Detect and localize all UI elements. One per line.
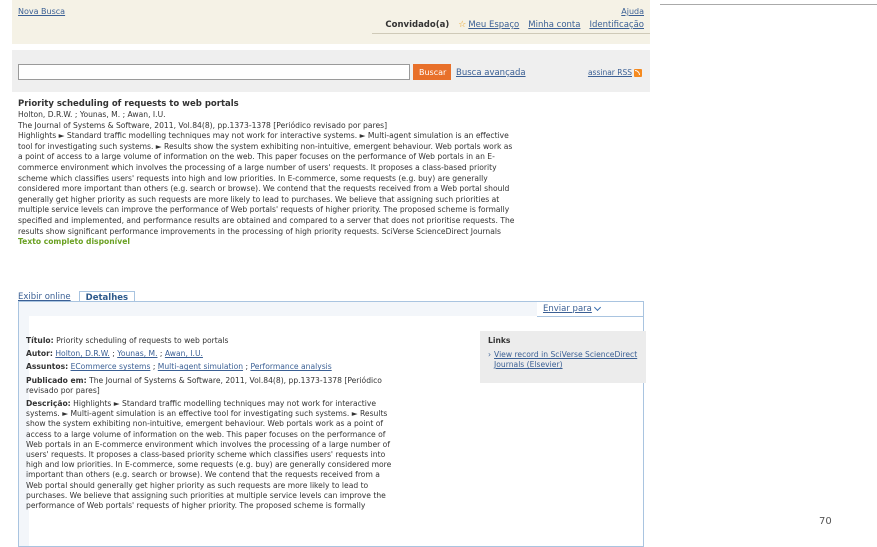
- user-bar: Convidado(a) ☆ Meu Espaço Minha conta Ide…: [385, 20, 644, 30]
- enviar-para-link[interactable]: Enviar para: [543, 304, 592, 314]
- search-button[interactable]: Buscar: [413, 64, 451, 80]
- nova-busca-link[interactable]: Nova Busca: [18, 7, 65, 16]
- chevron-down-icon[interactable]: [593, 303, 601, 312]
- fulltext-available-label[interactable]: Texto completo disponível: [18, 237, 518, 248]
- header: Nova Busca Ajuda Convidado(a) ☆ Meu Espaç…: [12, 0, 650, 44]
- detail-author-row: Autor: Holton, D.R.W. ; Younas, M. ; Awa…: [26, 349, 203, 359]
- detail-subjects-row: Assuntos: ECommerce systems ; Multi-agen…: [26, 362, 332, 372]
- header-divider: [372, 33, 650, 34]
- view-record-link[interactable]: View record in SciVerse ScienceDirect Jo…: [494, 350, 638, 370]
- rss-subscribe[interactable]: assinar RSS: [588, 68, 642, 77]
- minha-conta-link[interactable]: Minha conta: [528, 20, 580, 30]
- record-details: Título: Priority scheduling of requests …: [26, 336, 394, 514]
- detail-description-row: Descrição: Highlights ► Standard traffic…: [26, 399, 394, 511]
- record-source: The Journal of Systems & Software, 2011,…: [18, 120, 388, 130]
- description-label: Descrição:: [26, 399, 71, 409]
- subjects-label: Assuntos:: [26, 362, 69, 372]
- detail-title-row: Título: Priority scheduling of requests …: [26, 336, 394, 346]
- meu-espaco-item[interactable]: ☆ Meu Espaço: [458, 20, 519, 30]
- detail-published-row: Publicado em: The Journal of Systems & S…: [26, 376, 394, 396]
- ajuda-link[interactable]: Ajuda: [621, 7, 644, 16]
- advanced-search-link[interactable]: Busca avançada: [456, 68, 526, 78]
- guest-label: Convidado(a): [385, 20, 450, 30]
- links-heading: Links: [488, 336, 511, 345]
- title-label: Título:: [26, 336, 54, 345]
- top-divider-line: [660, 4, 877, 5]
- page-number: 70: [819, 516, 832, 527]
- author-link[interactable]: Younas, M.: [117, 349, 157, 358]
- enviar-para-menu[interactable]: Enviar para: [543, 303, 601, 314]
- search-input[interactable]: [18, 64, 410, 80]
- identificacao-link[interactable]: Identificação: [589, 20, 644, 30]
- published-label: Publicado em:: [26, 375, 87, 385]
- subject-link[interactable]: Performance analysis: [250, 362, 331, 371]
- subject-link[interactable]: ECommerce systems: [71, 362, 151, 371]
- title-value: Priority scheduling of requests to web p…: [56, 336, 229, 345]
- rss-link[interactable]: assinar RSS: [588, 68, 632, 77]
- author-link[interactable]: Awan, I.U.: [165, 349, 203, 358]
- links-item[interactable]: › View record in SciVerse ScienceDirect …: [488, 350, 638, 370]
- enviar-underline: [537, 316, 643, 317]
- meu-espaco-link[interactable]: Meu Espaço: [468, 20, 519, 30]
- record-title[interactable]: Priority scheduling of requests to web p…: [18, 99, 518, 110]
- subject-link[interactable]: Multi-agent simulation: [158, 362, 243, 371]
- search-results-page: Nova Busca Ajuda Convidado(a) ☆ Meu Espaç…: [12, 0, 650, 547]
- rss-icon[interactable]: [634, 68, 642, 77]
- panel-top-strip: [19, 302, 537, 316]
- star-icon: ☆: [458, 20, 467, 30]
- record-summary: Priority scheduling of requests to web p…: [18, 99, 518, 248]
- record-abstract: Highlights ► Standard traffic modelling …: [18, 131, 515, 236]
- author-label: Autor:: [26, 349, 53, 359]
- links-box: Links › View record in SciVerse ScienceD…: [480, 331, 646, 383]
- description-value: Highlights ► Standard traffic modelling …: [26, 399, 392, 511]
- arrow-right-icon: ›: [488, 350, 492, 359]
- record-authors: Holton, D.R.W. ; Younas, M. ; Awan, I.U.: [18, 110, 166, 119]
- search-bar: Buscar Busca avançada assinar RSS: [12, 50, 650, 92]
- author-link[interactable]: Holton, D.R.W.: [55, 349, 109, 358]
